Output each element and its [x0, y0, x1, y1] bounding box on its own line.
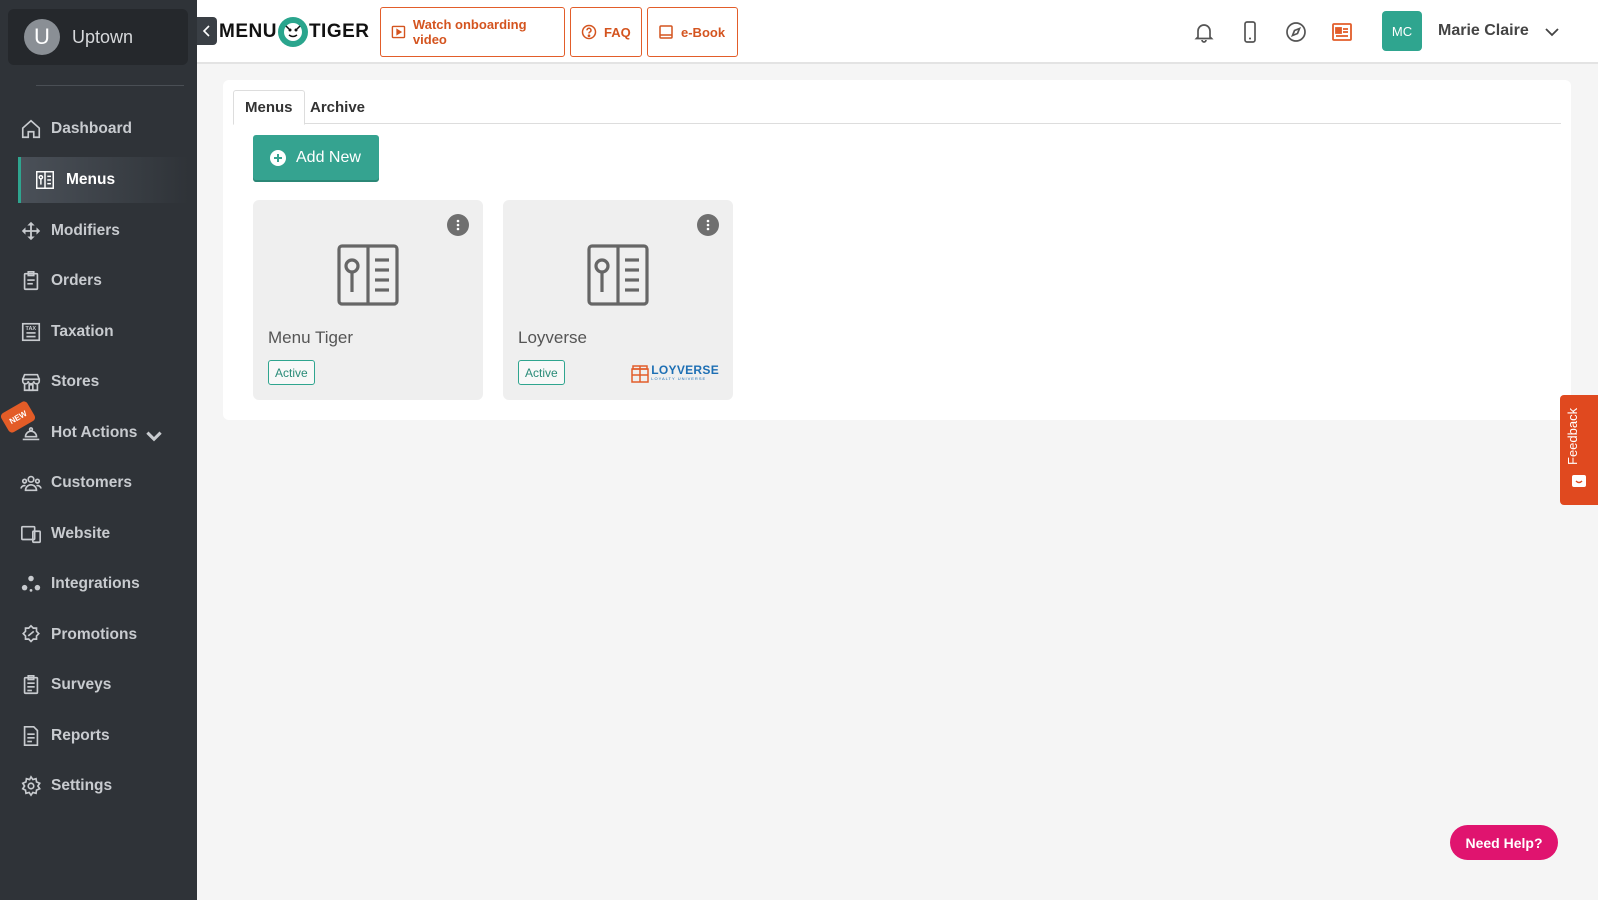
- news-icon[interactable]: [1330, 20, 1354, 44]
- sidebar-collapse-button[interactable]: [197, 17, 217, 45]
- home-icon: [21, 119, 41, 139]
- mobile-phone-icon[interactable]: [1238, 20, 1262, 44]
- sidebar-item-label: Modifiers: [51, 222, 120, 239]
- sidebar-item-hot-actions[interactable]: Hot Actions: [18, 410, 188, 456]
- menu-book-icon: [587, 244, 649, 306]
- store-avatar: U: [24, 19, 60, 55]
- faq-label: FAQ: [604, 24, 631, 40]
- chevron-down-icon: [146, 431, 162, 442]
- sidebar-item-menus[interactable]: Menus: [18, 157, 188, 203]
- sidebar-item-label: Menus: [66, 171, 116, 188]
- menu-book-icon: [36, 171, 54, 189]
- logo-text-right: TIGER: [308, 21, 370, 42]
- need-help-button[interactable]: Need Help?: [1450, 825, 1558, 860]
- card-title: Loyverse: [518, 328, 587, 347]
- sidebar-item-label: Hot Actions: [51, 424, 138, 441]
- integrations-icon: [21, 575, 41, 592]
- sidebar-item-label: Integrations: [51, 575, 140, 592]
- sidebar-item-label: Customers: [51, 474, 132, 491]
- sidebar-item-label: Stores: [51, 373, 100, 390]
- menu-card[interactable]: Loyverse Active LOYVERSE LOYALTY UNIVERS…: [503, 200, 733, 400]
- sidebar-item-reports[interactable]: Reports: [18, 713, 188, 759]
- svg-text:TAX: TAX: [26, 326, 37, 332]
- users-icon: [20, 475, 42, 492]
- sidebar-item-label: Settings: [51, 777, 113, 794]
- more-options-icon[interactable]: [697, 214, 719, 236]
- clipboard-icon: [23, 271, 39, 291]
- sidebar: U Uptown Dashboard Menus Modifiers Order…: [0, 0, 197, 900]
- sidebar-item-customers[interactable]: Customers: [18, 460, 188, 506]
- report-icon: [23, 726, 39, 746]
- sidebar-divider: [36, 85, 184, 86]
- sidebar-item-dashboard[interactable]: Dashboard: [18, 106, 188, 152]
- add-new-button[interactable]: Add New: [253, 135, 379, 180]
- plus-circle-icon: [270, 149, 286, 166]
- promo-icon: [22, 624, 40, 643]
- menu-book-icon: [337, 244, 399, 306]
- compass-icon[interactable]: [1284, 20, 1308, 44]
- chevron-down-icon[interactable]: [1544, 24, 1560, 40]
- more-options-icon[interactable]: [447, 214, 469, 236]
- faq-button[interactable]: FAQ: [570, 7, 642, 57]
- gear-icon: [21, 775, 41, 797]
- watch-onboarding-video-button[interactable]: Watch onboarding video: [380, 7, 565, 57]
- sidebar-item-label: Surveys: [51, 676, 112, 693]
- move-arrows-icon: [21, 221, 41, 241]
- loyverse-brand: LOYVERSE: [651, 362, 719, 377]
- onboarding-label: Watch onboarding video: [412, 17, 527, 47]
- book-icon: [659, 25, 673, 39]
- ebook-button[interactable]: e-Book: [647, 7, 738, 57]
- chevron-left-icon: [202, 25, 210, 37]
- sidebar-item-label: Promotions: [51, 626, 138, 643]
- tab-menus[interactable]: Menus: [233, 90, 305, 125]
- tiger-logo-icon: [277, 17, 308, 47]
- store-name: Uptown: [72, 26, 134, 47]
- sidebar-item-settings[interactable]: Settings: [18, 763, 188, 809]
- sidebar-item-surveys[interactable]: Surveys: [18, 662, 188, 708]
- chat-icon: [1572, 475, 1586, 487]
- feedback-tab[interactable]: Feedback: [1560, 395, 1598, 505]
- card-title: Menu Tiger: [268, 328, 354, 347]
- sidebar-item-label: Website: [51, 525, 111, 542]
- tax-icon: TAX: [21, 322, 41, 342]
- sidebar-item-promotions[interactable]: Promotions: [18, 612, 188, 658]
- menu-tiger-logo[interactable]: MENU TIGER: [219, 17, 370, 47]
- add-new-label: Add New: [296, 148, 361, 166]
- tab-archive[interactable]: Archive: [299, 90, 376, 124]
- sidebar-item-orders[interactable]: Orders: [18, 258, 188, 304]
- question-circle-icon: [581, 24, 597, 40]
- loyverse-gift-icon: [631, 365, 649, 383]
- store-switcher[interactable]: U Uptown: [8, 9, 188, 65]
- sidebar-item-stores[interactable]: Stores: [18, 359, 188, 405]
- user-avatar[interactable]: MC: [1382, 11, 1422, 51]
- menus-panel: Menus Archive Add New Menu Tiger Active …: [223, 80, 1571, 420]
- sidebar-item-modifiers[interactable]: Modifiers: [18, 208, 188, 254]
- status-badge: Active: [518, 360, 565, 385]
- tab-bar: Menus Archive: [233, 90, 1561, 125]
- sidebar-item-label: Dashboard: [51, 120, 132, 137]
- loyverse-logo: LOYVERSE LOYALTY UNIVERSE: [631, 361, 719, 383]
- devices-icon: [21, 525, 41, 544]
- sidebar-item-label: Orders: [51, 272, 102, 289]
- play-video-icon: [391, 25, 406, 39]
- sidebar-item-taxation[interactable]: TAX Taxation: [18, 309, 188, 355]
- sidebar-item-website[interactable]: Website: [18, 511, 188, 557]
- survey-icon: [23, 675, 39, 695]
- menu-card[interactable]: Menu Tiger Active: [253, 200, 483, 400]
- sidebar-item-label: Taxation: [51, 323, 114, 340]
- status-badge: Active: [268, 360, 315, 385]
- sidebar-item-integrations[interactable]: Integrations: [18, 561, 188, 607]
- notification-bell-icon[interactable]: [1192, 20, 1216, 44]
- top-header: MENU TIGER Watch onboarding video FAQ e-…: [197, 0, 1598, 64]
- feedback-label: Feedback: [1565, 407, 1580, 465]
- sidebar-item-label: Reports: [51, 727, 110, 744]
- store-icon: [21, 373, 41, 392]
- ebook-label: e-Book: [681, 24, 726, 40]
- logo-text-left: MENU: [219, 21, 277, 42]
- user-name[interactable]: Marie Claire: [1438, 22, 1529, 40]
